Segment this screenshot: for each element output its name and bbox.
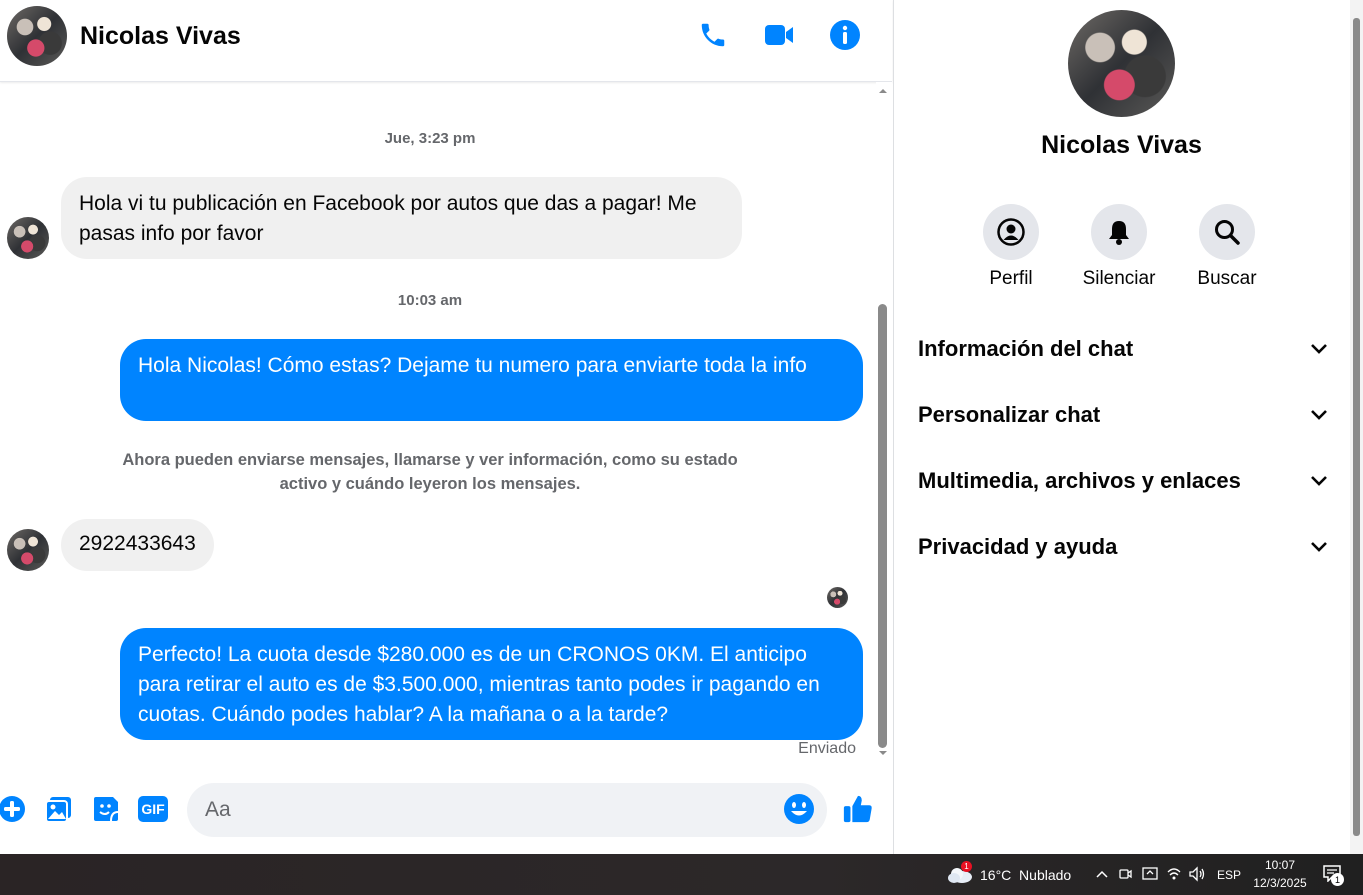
panel-scroll-thumb[interactable]: [1353, 18, 1360, 836]
bell-icon[interactable]: [1091, 204, 1147, 260]
chevron-down-icon: [1311, 476, 1327, 486]
chevron-down-icon: [1311, 410, 1327, 420]
section-media-label: Multimedia, archivos y enlaces: [918, 468, 1241, 493]
scroll-down-arrow-icon[interactable]: [877, 750, 889, 758]
phone-icon[interactable]: [695, 17, 731, 53]
search-icon[interactable]: [1199, 204, 1255, 260]
contact-name[interactable]: Nicolas Vivas: [80, 22, 241, 51]
windows-taskbar: 1 16°C Nublado ESP 10:07 12/3/2025 1: [0, 854, 1363, 895]
volume-icon[interactable]: [1188, 866, 1206, 882]
contact-avatar[interactable]: [7, 6, 67, 66]
contact-avatar-small: [7, 529, 49, 571]
section-chat-info-label: Información del chat: [918, 336, 1134, 361]
search-label: Buscar: [1197, 268, 1257, 289]
mute-action[interactable]: Silenciar: [1059, 204, 1179, 290]
read-receipt-avatar: [827, 587, 848, 608]
profile-action[interactable]: Perfil: [951, 204, 1071, 290]
timestamp: Jue, 3:23 pm: [384, 130, 476, 147]
section-customize-label: Personalizar chat: [918, 402, 1101, 427]
sync-icon[interactable]: [1141, 865, 1159, 883]
emoji-icon[interactable]: [783, 792, 815, 826]
wifi-icon[interactable]: [1166, 866, 1182, 882]
message-list[interactable]: Jue, 3:23 pm Hola vi tu publicación en F…: [0, 82, 876, 768]
profile-icon[interactable]: [983, 204, 1039, 260]
message-bubble-incoming[interactable]: Hola vi tu publicación en Facebook por a…: [61, 177, 742, 259]
notification-center-icon[interactable]: 1: [1322, 864, 1344, 886]
message-bubble-outgoing[interactable]: Perfecto! La cuota desde $280.000 es de …: [120, 628, 863, 740]
section-media-files[interactable]: Multimedia, archivos y enlaces: [918, 461, 1328, 501]
section-customize-chat[interactable]: Personalizar chat: [918, 395, 1328, 435]
panel-avatar[interactable]: [1068, 10, 1175, 117]
sticker-icon[interactable]: [90, 792, 122, 826]
connection-notice: Ahora pueden enviarse mensajes, llamarse…: [122, 451, 738, 493]
thumbs-up-icon[interactable]: [842, 792, 874, 826]
contact-avatar-small: [7, 217, 49, 259]
meet-icon[interactable]: [1118, 866, 1132, 882]
clock-time[interactable]: 10:07: [1250, 858, 1310, 872]
section-privacy-help[interactable]: Privacidad y ayuda: [918, 527, 1328, 567]
gif-icon[interactable]: GIF: [137, 792, 169, 826]
cloud-weather-icon[interactable]: 1: [946, 861, 974, 886]
language-indicator[interactable]: ESP: [1217, 868, 1241, 882]
section-privacy-label: Privacidad y ayuda: [918, 534, 1118, 559]
weather-text[interactable]: 16°C Nublado: [980, 867, 1071, 883]
image-icon[interactable]: [43, 792, 75, 826]
weather-badge: 1: [961, 861, 972, 872]
scroll-up-arrow-icon[interactable]: [877, 86, 889, 94]
message-bubble-outgoing[interactable]: Hola Nicolas! Cómo estas? Dejame tu nume…: [120, 339, 863, 421]
chevron-up-icon[interactable]: [1095, 869, 1109, 879]
message-input[interactable]: [187, 783, 827, 837]
chevron-down-icon: [1311, 542, 1327, 552]
timestamp: 10:03 am: [397, 292, 463, 309]
plus-icon[interactable]: [0, 792, 28, 826]
info-icon[interactable]: [827, 17, 863, 53]
notification-badge: 1: [1331, 873, 1344, 886]
gif-label: GIF: [138, 796, 168, 822]
section-chat-info[interactable]: Información del chat: [918, 329, 1328, 369]
message-bubble-incoming[interactable]: 2922433643: [61, 519, 214, 571]
video-call-icon[interactable]: [761, 17, 797, 53]
message-scroll-thumb[interactable]: [878, 304, 887, 748]
panel-contact-name: Nicolas Vivas: [1041, 131, 1202, 159]
chevron-down-icon: [1311, 344, 1327, 354]
search-action[interactable]: Buscar: [1167, 204, 1287, 290]
mute-label: Silenciar: [1082, 268, 1156, 289]
clock-date[interactable]: 12/3/2025: [1248, 876, 1312, 890]
delivery-status: Enviado: [798, 740, 856, 757]
profile-label: Perfil: [989, 268, 1033, 289]
